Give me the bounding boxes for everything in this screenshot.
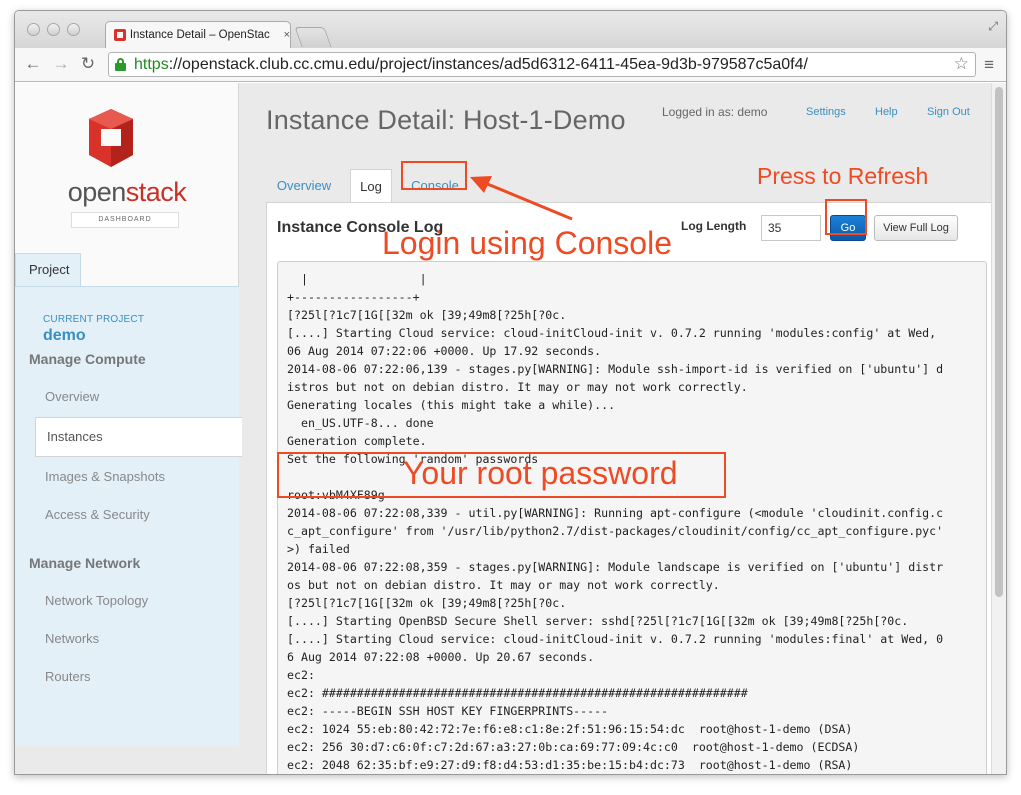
address-bar[interactable]: https://openstack.club.cc.cmu.edu/projec… — [108, 52, 976, 77]
sidebar-item-networks[interactable]: Networks — [45, 631, 99, 646]
fullscreen-icon[interactable]: ⤢ — [988, 19, 998, 34]
manage-network-heading[interactable]: Manage Network — [29, 555, 140, 571]
scrollbar-thumb[interactable] — [995, 87, 1003, 597]
page-scrollbar[interactable] — [991, 83, 1006, 774]
console-log-output[interactable]: | | +-----------------+ [?25l[?1c7[1G[[32m… — [277, 261, 987, 775]
log-line: | | — [287, 272, 427, 286]
log-line: c_apt_configure' from '/usr/lib/python2.… — [287, 524, 944, 538]
sidebar-item-instances[interactable]: Instances — [35, 417, 242, 457]
page-title: Instance Detail: Host-1-Demo — [266, 105, 626, 135]
log-line: Generating locales (this might take a wh… — [287, 398, 616, 412]
log-line: 2014-08-06 07:22:08,339 - util.py[WARNIN… — [287, 506, 944, 520]
log-line: [?25l[?1c7[1G[[32m ok [39;49m8[?25h[?0c. — [287, 596, 567, 610]
log-line: 06 Aug 2014 07:22:06 +0000. Up 17.92 sec… — [287, 344, 602, 358]
browser-tab-title: Instance Detail – OpenStac — [129, 29, 270, 41]
log-line: ec2: — [287, 668, 315, 682]
view-full-log-button[interactable]: View Full Log — [874, 215, 958, 241]
bookmark-star-icon[interactable]: ☆ — [954, 54, 969, 74]
go-button-highlight — [825, 199, 867, 235]
current-project-value[interactable]: demo — [43, 327, 86, 345]
tab-log[interactable]: Log — [350, 169, 392, 203]
reload-icon[interactable]: ↻ — [78, 54, 98, 74]
browser-window: Instance Detail – OpenStac × ⤢ ← → ↻ htt… — [14, 10, 1007, 775]
settings-link[interactable]: Settings — [806, 106, 846, 118]
sidebar-item-images-snapshots[interactable]: Images & Snapshots — [45, 469, 165, 484]
browser-menu-icon[interactable]: ≡ — [984, 55, 994, 75]
log-line: istros but not on debian distro. It may … — [287, 380, 748, 394]
sidebar: openstack DASHBOARD Project CURRENT PROJ… — [15, 83, 242, 746]
annotation-login-using-console: Login using Console — [382, 225, 672, 261]
sidebar-item-routers[interactable]: Routers — [45, 669, 91, 684]
close-window-icon[interactable] — [27, 23, 40, 36]
log-length-input[interactable] — [761, 215, 821, 241]
lock-icon — [115, 58, 126, 71]
log-line: [....] Starting Cloud service: cloud-ini… — [287, 632, 944, 646]
browser-toolbar: ← → ↻ https://openstack.club.cc.cmu.edu/… — [15, 48, 1006, 82]
log-line: ec2: -----BEGIN SSH HOST KEY FINGERPRINT… — [287, 704, 609, 718]
sidebar-item-overview[interactable]: Overview — [45, 389, 99, 404]
logged-in-user: Logged in as: demo — [662, 105, 768, 119]
annotation-your-root-password: Your root password — [403, 455, 678, 491]
project-panel: CURRENT PROJECT demo Manage Compute Over… — [15, 286, 242, 746]
manage-compute-heading[interactable]: Manage Compute — [29, 351, 146, 367]
forward-arrow-icon[interactable]: → — [51, 54, 71, 74]
back-arrow-icon[interactable]: ← — [23, 54, 43, 74]
sidebar-item-access-security[interactable]: Access & Security — [45, 507, 150, 522]
log-line: ec2: ###################################… — [287, 686, 748, 700]
url-scheme: https — [134, 55, 169, 73]
url-path: ://openstack.club.cc.cmu.edu/project/ins… — [168, 55, 808, 73]
log-line: +-----------------+ — [287, 290, 420, 304]
sign-out-link[interactable]: Sign Out — [927, 106, 970, 118]
tab-project[interactable]: Project — [15, 253, 81, 287]
log-line: ec2: 256 30:d7:c6:0f:c7:2d:67:a3:27:0b:c… — [287, 740, 860, 754]
log-line: 2014-08-06 07:22:08,359 - stages.py[WARN… — [287, 560, 944, 574]
console-tab-highlight — [401, 161, 467, 190]
openstack-favicon-icon — [114, 29, 126, 41]
logo-wordmark: openstack — [67, 177, 187, 207]
help-link[interactable]: Help — [875, 106, 898, 118]
log-line: 2014-08-06 07:22:06,139 - stages.py[WARN… — [287, 362, 944, 376]
log-line: [?25l[?1c7[1G[[32m ok [39;49m8[?25h[?0c. — [287, 308, 567, 322]
zoom-window-icon[interactable] — [67, 23, 80, 36]
log-line: >) failed — [287, 542, 350, 556]
minimize-window-icon[interactable] — [47, 23, 60, 36]
log-line: ec2: 2048 62:35:bf:e9:27:d9:f8:d4:53:d1:… — [287, 758, 853, 772]
tab-close-icon[interactable]: × — [284, 29, 290, 41]
log-line: en_US.UTF-8... done — [287, 416, 434, 430]
sidebar-item-network-topology[interactable]: Network Topology — [45, 593, 148, 608]
log-line: 6 Aug 2014 07:22:08 +0000. Up 20.67 seco… — [287, 650, 595, 664]
log-line: [....] Starting OpenBSD Secure Shell ser… — [287, 614, 909, 628]
log-line: ec2: 1024 55:eb:80:42:72:7e:f6:e8:c1:8e:… — [287, 722, 853, 736]
openstack-logo-icon — [89, 109, 133, 167]
new-tab-button[interactable] — [294, 27, 332, 47]
log-line: [....] Starting Cloud service: cloud-ini… — [287, 326, 937, 340]
browser-tab[interactable]: Instance Detail – OpenStac × — [105, 21, 291, 48]
log-line: os but not on debian distro. It may or m… — [287, 578, 720, 592]
annotation-press-to-refresh: Press to Refresh — [757, 163, 929, 189]
log-length-label: Log Length — [681, 219, 747, 233]
log-line: ec2: -----END SSH HOST KEY FINGERPRINTS-… — [287, 774, 986, 775]
logo-subtitle: DASHBOARD — [71, 212, 179, 228]
tab-strip: Instance Detail – OpenStac × ⤢ — [15, 11, 1006, 48]
log-line: Generation complete. — [287, 434, 427, 448]
current-project-label: CURRENT PROJECT — [43, 314, 145, 325]
tab-overview[interactable]: Overview — [269, 169, 339, 203]
